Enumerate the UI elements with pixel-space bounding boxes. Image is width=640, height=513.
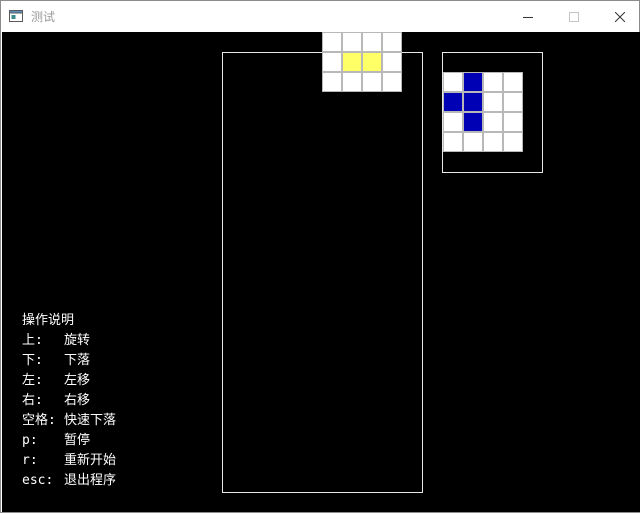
next-piece-empty-cell xyxy=(443,72,463,92)
window-title: 测试 xyxy=(31,10,56,24)
current-piece-empty-cell xyxy=(382,52,402,72)
next-piece-empty-cell xyxy=(443,132,463,152)
next-piece-empty-cell xyxy=(503,132,523,152)
next-piece-preview xyxy=(442,52,543,173)
current-piece-empty-cell xyxy=(322,32,342,52)
controls-help-key: p: xyxy=(22,433,38,448)
game-board xyxy=(222,52,423,493)
next-piece-block xyxy=(463,92,483,112)
controls-help-title: 操作说明 xyxy=(22,313,75,328)
next-piece-empty-cell xyxy=(483,92,503,112)
current-piece-empty-cell xyxy=(362,72,382,92)
next-piece-block xyxy=(443,92,463,112)
next-piece-empty-cell xyxy=(503,72,523,92)
controls-help-item: 上: 旋转 xyxy=(22,331,116,351)
current-piece-empty-cell xyxy=(342,32,362,52)
next-piece-empty-cell xyxy=(483,72,503,92)
next-piece-empty-cell xyxy=(503,112,523,132)
controls-help-key: 左: xyxy=(22,373,43,388)
controls-help-action: 快速下落 xyxy=(64,413,117,428)
minimize-icon xyxy=(523,16,533,18)
controls-help-item: p: 暂停 xyxy=(22,431,116,451)
controls-help-key: 上: xyxy=(22,333,43,348)
current-piece-empty-cell xyxy=(362,32,382,52)
current-piece-empty-cell xyxy=(382,32,402,52)
next-piece xyxy=(443,72,523,152)
controls-help-item: 空格: 快速下落 xyxy=(22,411,116,431)
controls-help-action: 左移 xyxy=(64,373,91,388)
current-piece xyxy=(322,32,402,92)
controls-help-key: r: xyxy=(22,453,38,468)
controls-help-action: 退出程序 xyxy=(64,473,117,488)
controls-help-item: 下: 下落 xyxy=(22,351,116,371)
controls-help-action: 右移 xyxy=(64,393,91,408)
controls-help-key: 下: xyxy=(22,353,43,368)
close-button[interactable] xyxy=(597,1,640,32)
controls-help-item: r: 重新开始 xyxy=(22,451,116,471)
game-canvas[interactable]: 操作说明 上: 旋转下: 下落左: 左移右: 右移 空格: 快速下落 p: 暂停 r: 重新开始 es… xyxy=(2,32,640,512)
next-piece-empty-cell xyxy=(443,112,463,132)
controls-help-item: 右: 右移 xyxy=(22,391,116,411)
current-piece-block xyxy=(342,52,362,72)
close-icon xyxy=(615,11,625,22)
controls-help-key: 右: xyxy=(22,393,43,408)
minimize-button[interactable] xyxy=(505,1,551,32)
next-piece-empty-cell xyxy=(463,132,483,152)
maximize-icon xyxy=(569,11,579,22)
controls-help-action: 重新开始 xyxy=(64,453,117,468)
controls-help-item: 左: 左移 xyxy=(22,371,116,391)
next-piece-block xyxy=(463,72,483,92)
controls-help-key: esc: xyxy=(22,473,54,488)
window-app-icon xyxy=(9,10,23,22)
controls-help-action: 暂停 xyxy=(64,433,91,448)
maximize-button[interactable] xyxy=(551,1,597,32)
current-piece-empty-cell xyxy=(322,52,342,72)
controls-help-action: 旋转 xyxy=(64,333,91,348)
next-piece-empty-cell xyxy=(483,132,503,152)
app-window: 测试 操作说明 上: 旋转 下: 下落 左: 左移 右: 右移 空格: 快速下落 p: 暂停 r: 重 xyxy=(0,0,640,513)
current-piece-empty-cell xyxy=(342,72,362,92)
current-piece-empty-cell xyxy=(382,72,402,92)
next-piece-block xyxy=(463,112,483,132)
controls-help-action: 下落 xyxy=(64,353,91,368)
controls-help: 操作说明 上: 旋转下: 下落左: 左移右: 右移 空格: 快速下落 p: 暂停 r: 重新开始 es… xyxy=(22,311,116,491)
current-piece-empty-cell xyxy=(322,72,342,92)
controls-help-item: esc: 退出程序 xyxy=(22,471,116,491)
title-bar[interactable]: 测试 xyxy=(1,1,639,32)
controls-help-key: 空格: xyxy=(22,413,56,428)
current-piece-block xyxy=(362,52,382,72)
next-piece-empty-cell xyxy=(503,92,523,112)
controls-help-list: 上: 旋转下: 下落左: 左移右: 右移 空格: 快速下落 p: 暂停 r: 重新开始 esc: 退出程… xyxy=(22,331,116,491)
next-piece-empty-cell xyxy=(483,112,503,132)
